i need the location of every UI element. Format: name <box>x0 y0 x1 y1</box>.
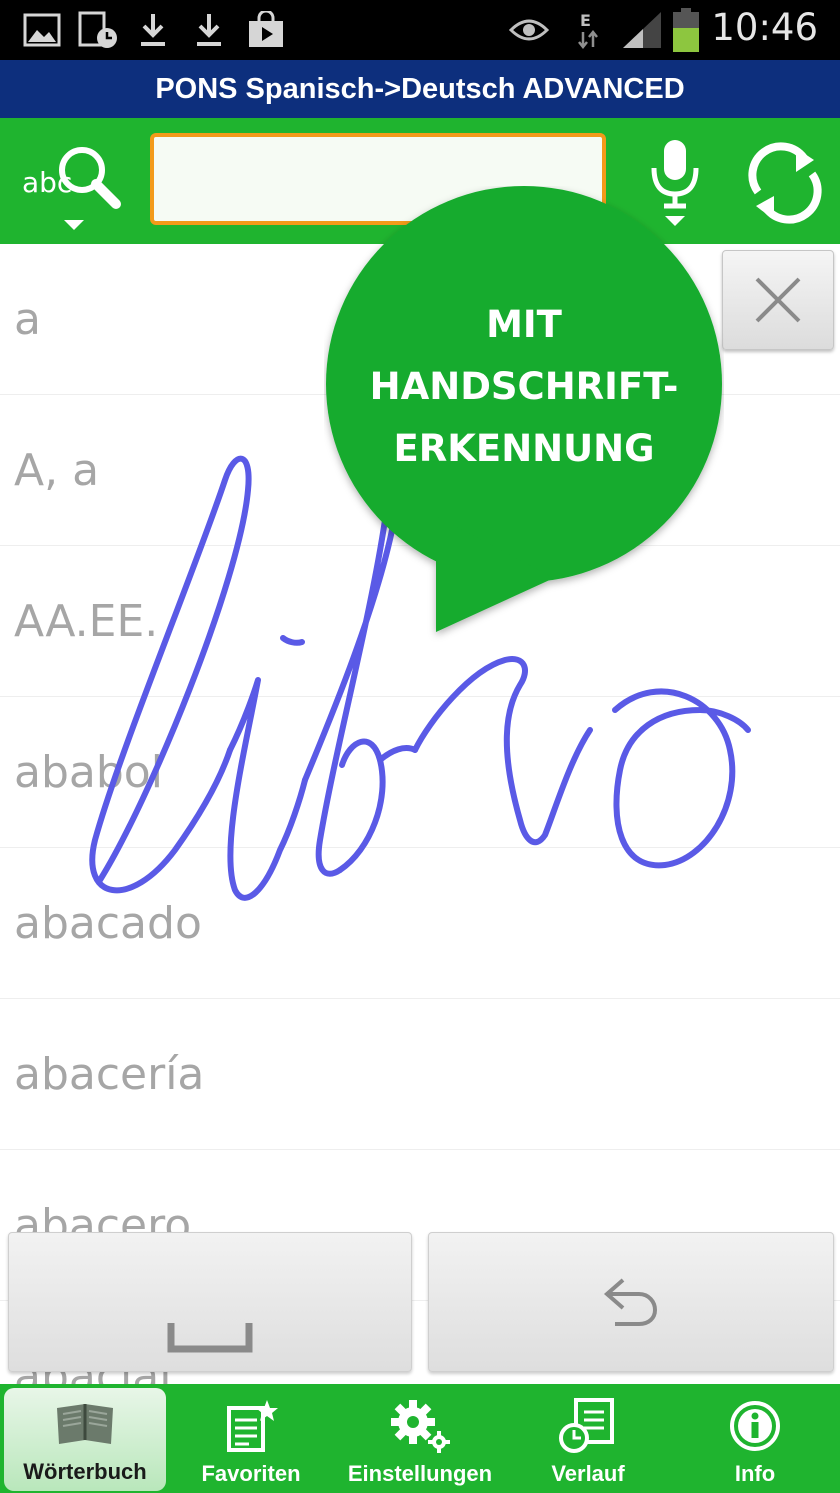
gallery-icon <box>22 10 62 50</box>
bottom-navigation: Wörterbuch Favoriten Einstellungen Verla… <box>0 1384 840 1493</box>
status-clock: 10:46 <box>711 6 818 49</box>
download-icon <box>136 10 170 50</box>
signal-icon <box>620 10 664 50</box>
favorites-icon <box>223 1395 279 1457</box>
app-title: PONS Spanisch->Deutsch ADVANCED <box>0 60 840 118</box>
list-item[interactable]: ababol <box>0 697 840 848</box>
history-icon <box>558 1395 618 1457</box>
close-icon <box>755 277 801 323</box>
svg-text:E: E <box>580 11 591 30</box>
list-item[interactable]: abacería <box>0 999 840 1150</box>
nav-info[interactable]: Info <box>672 1384 838 1493</box>
undo-button[interactable] <box>428 1232 834 1372</box>
status-bar: E 10:46 <box>0 0 840 60</box>
info-icon <box>728 1395 782 1457</box>
space-icon <box>167 1323 253 1353</box>
space-button[interactable] <box>8 1232 412 1372</box>
nav-verlauf[interactable]: Verlauf <box>508 1384 668 1493</box>
calendar-sync-icon <box>78 10 120 50</box>
refresh-icon <box>748 142 822 224</box>
book-icon <box>51 1393 119 1455</box>
play-store-icon <box>246 10 286 50</box>
nav-einstellungen[interactable]: Einstellungen <box>336 1384 504 1493</box>
undo-icon <box>603 1278 658 1326</box>
eye-icon <box>508 10 550 50</box>
battery-icon <box>670 8 702 52</box>
data-e-icon: E <box>574 10 602 50</box>
settings-icon <box>385 1395 455 1457</box>
close-handwriting-button[interactable] <box>722 250 834 350</box>
download-icon <box>192 10 226 50</box>
swap-direction-button[interactable] <box>742 140 828 226</box>
nav-woerterbuch[interactable]: Wörterbuch <box>4 1388 166 1491</box>
search-mode-button[interactable]: abc <box>18 132 130 232</box>
nav-favoriten[interactable]: Favoriten <box>170 1384 332 1493</box>
list-item[interactable]: abacado <box>0 848 840 999</box>
abc-search-icon: abc <box>22 147 121 230</box>
bubble-text: MIT HANDSCHRIFT- ERKENNUNG <box>369 303 679 470</box>
